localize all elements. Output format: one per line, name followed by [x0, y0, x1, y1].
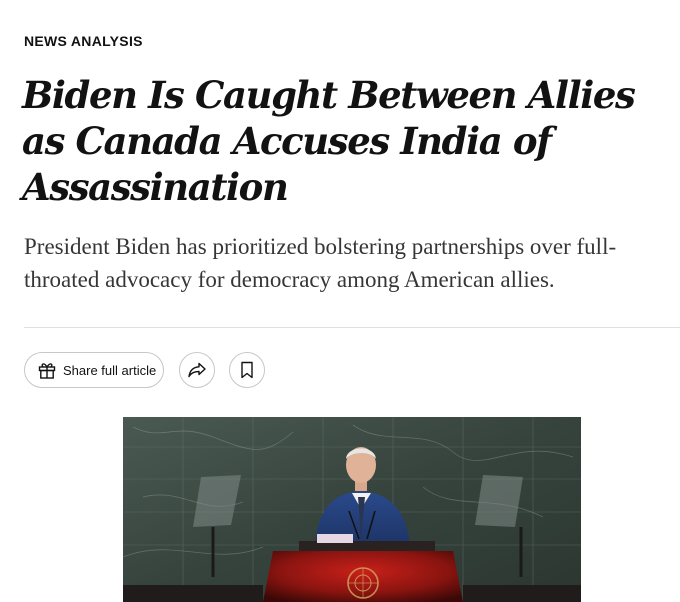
gift-icon [37, 360, 57, 380]
bookmark-icon [240, 361, 254, 379]
photo-president-at-podium [123, 417, 581, 602]
share-full-article-button[interactable]: Share full article [24, 352, 164, 388]
divider [24, 327, 680, 328]
article-photo [123, 417, 581, 602]
share-button-label: Share full article [63, 362, 157, 378]
article-summary: President Biden has prioritized bolsteri… [24, 234, 617, 292]
article-kicker: NEWS ANALYSIS [24, 33, 143, 49]
share-forward-button[interactable] [179, 352, 215, 388]
bookmark-button[interactable] [229, 352, 265, 388]
share-arrow-icon [187, 361, 207, 379]
article-headline: Biden Is Caught Between Allies as Canada… [22, 73, 636, 209]
